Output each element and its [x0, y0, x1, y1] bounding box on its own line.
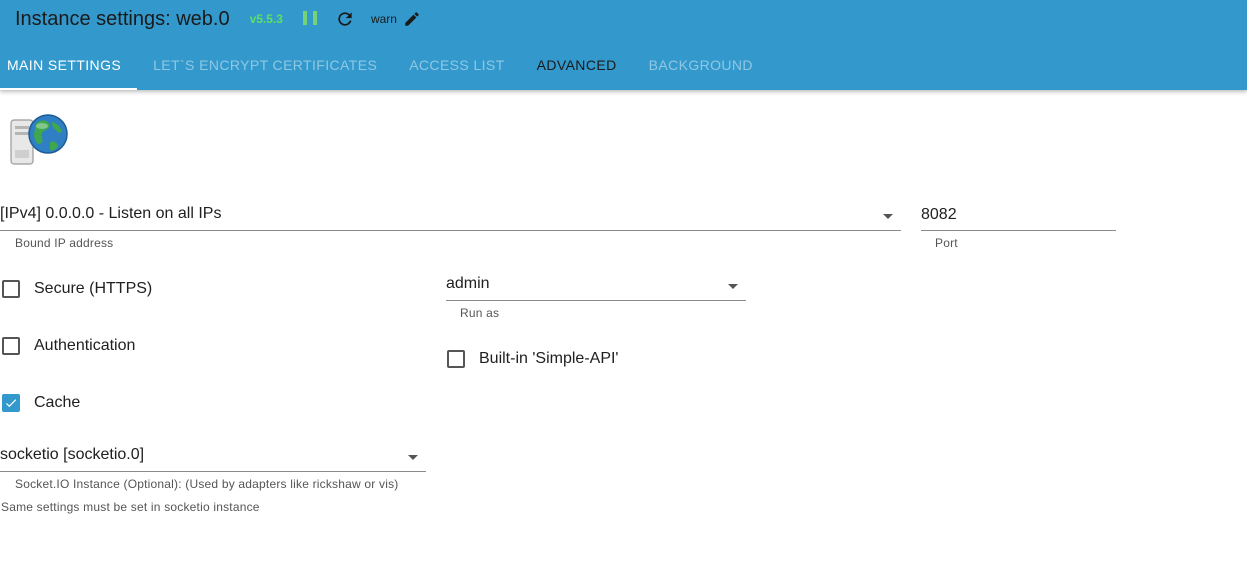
secure-label: Secure (HTTPS) — [34, 280, 153, 297]
checkmark-icon — [5, 399, 17, 408]
tab-bar: MAIN SETTINGS LET`S ENCRYPT CERTIFICATES… — [0, 42, 769, 90]
run-as-select[interactable]: admin — [446, 268, 746, 301]
tab-access-list[interactable]: ACCESS LIST — [393, 42, 520, 90]
simple-api-label: Built-in 'Simple-API' — [479, 350, 619, 367]
tab-letsencrypt[interactable]: LET`S ENCRYPT CERTIFICATES — [137, 42, 393, 90]
cache-label: Cache — [34, 394, 81, 411]
loglevel-label: warn — [370, 12, 397, 26]
socketio-note: Same settings must be set in socketio in… — [1, 500, 260, 514]
edit-icon[interactable] — [403, 10, 421, 28]
simple-api-checkbox[interactable] — [447, 350, 465, 368]
page-title: Instance settings: web.0 — [15, 7, 230, 30]
secure-checkbox-row[interactable]: Secure (HTTPS) — [2, 280, 152, 298]
app-header: Instance settings: web.0 v5.5.3 warn MAI… — [0, 0, 1247, 90]
cache-checkbox-row[interactable]: Cache — [2, 394, 80, 412]
auth-checkbox-row[interactable]: Authentication — [2, 337, 135, 355]
tab-background[interactable]: BACKGROUND — [633, 42, 769, 90]
port-label: Port — [935, 236, 958, 250]
socketio-select[interactable]: socketio [socketio.0] — [0, 439, 426, 472]
bind-ip-label: Bound IP address — [15, 236, 114, 250]
chevron-down-icon — [728, 284, 738, 289]
auth-label: Authentication — [34, 337, 136, 354]
version-badge: v5.5.3 — [249, 12, 283, 26]
title-row: Instance settings: web.0 v5.5.3 warn — [15, 4, 421, 34]
bind-ip-select[interactable]: [IPv4] 0.0.0.0 - Listen on all IPs — [0, 198, 901, 231]
secure-checkbox[interactable] — [2, 280, 20, 298]
bind-ip-value: [IPv4] 0.0.0.0 - Listen on all IPs — [0, 205, 222, 222]
chevron-down-icon — [883, 214, 893, 219]
pause-icon[interactable] — [302, 11, 317, 27]
socketio-label: Socket.IO Instance (Optional): (Used by … — [15, 477, 399, 491]
simple-api-checkbox-row[interactable]: Built-in 'Simple-API' — [447, 350, 618, 368]
tab-main-settings[interactable]: MAIN SETTINGS — [0, 42, 138, 90]
chevron-down-icon — [408, 455, 418, 460]
port-field[interactable] — [921, 198, 1116, 231]
auth-checkbox[interactable] — [2, 337, 20, 355]
port-input[interactable] — [921, 206, 1116, 224]
tab-advanced[interactable]: ADVANCED — [521, 42, 633, 90]
run-as-value: admin — [446, 275, 490, 292]
socketio-value: socketio [socketio.0] — [0, 446, 145, 463]
cache-checkbox[interactable] — [2, 394, 20, 412]
reload-icon[interactable] — [335, 9, 355, 29]
web-server-logo — [10, 114, 68, 165]
run-as-label: Run as — [460, 306, 500, 320]
